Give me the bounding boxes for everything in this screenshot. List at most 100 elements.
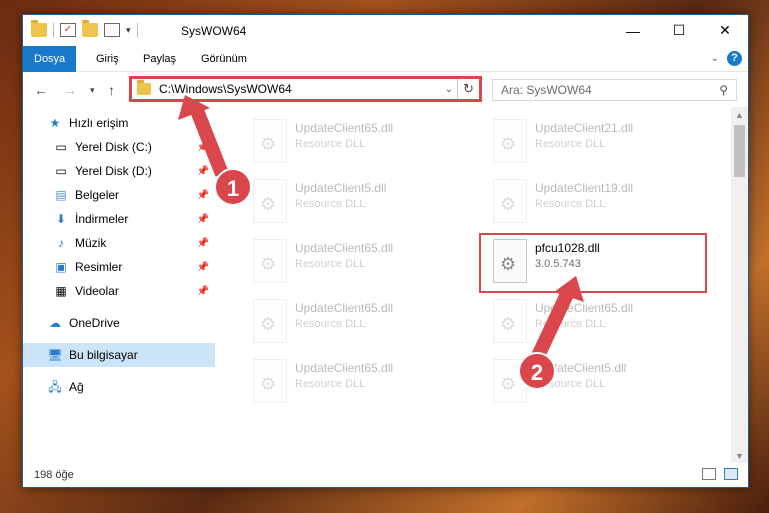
pin-icon: 📌 xyxy=(196,189,209,201)
refresh-icon[interactable]: ↻ xyxy=(457,79,479,99)
sidebar-item-onedrive[interactable]: ☁ OneDrive xyxy=(23,311,215,335)
sidebar-item-label: Resimler xyxy=(75,260,123,274)
vertical-scrollbar[interactable]: ▲ ▼ xyxy=(731,107,748,465)
step-2-badge: 2 xyxy=(518,352,556,390)
sidebar-item-label: İndirmeler xyxy=(75,212,129,226)
navigation-pane: ★ Hızlı erişim ▭ Yerel Disk (C:) 📌 ▭ Yer… xyxy=(23,111,215,461)
file-name: UpdateClient19.dll xyxy=(535,181,634,195)
customize-icon[interactable] xyxy=(104,23,120,37)
dll-file-icon xyxy=(253,179,287,223)
videos-icon: ▦ xyxy=(55,284,67,298)
file-type: Resource DLL xyxy=(535,138,606,150)
search-icon[interactable]: ⚲ xyxy=(719,83,728,97)
details-view-icon[interactable] xyxy=(702,468,716,480)
file-name: UpdateClient65.dll xyxy=(295,361,394,375)
file-item[interactable]: UpdateClient5.dllResource DLL xyxy=(241,175,473,227)
file-item[interactable]: UpdateClient65.dll Resource DLL xyxy=(481,295,713,347)
download-icon: ⬇ xyxy=(55,212,67,226)
drive-icon: ▭ xyxy=(55,140,67,154)
sidebar-item-label: Belgeler xyxy=(75,188,120,202)
sidebar-item-videos[interactable]: ▦ Videolar 📌 xyxy=(23,279,215,303)
sidebar-item-label: Bu bilgisayar xyxy=(69,348,138,362)
file-version: 3.0.5.743 xyxy=(535,258,581,270)
explorer-window: ✓ ▾ SysWOW64 — ☐ ✕ Dosya Giriş Paylaş Gö… xyxy=(22,14,749,488)
tab-dosya[interactable]: Dosya xyxy=(23,46,77,72)
expand-ribbon-icon[interactable]: ⌄ xyxy=(711,53,719,64)
forward-arrow-icon[interactable]: → xyxy=(63,82,77,98)
sidebar-item-music[interactable]: ♪ Müzik 📌 xyxy=(23,231,215,255)
pin-icon: 📌 xyxy=(196,165,209,177)
back-arrow-icon[interactable]: ← xyxy=(34,82,48,98)
documents-icon: ▤ xyxy=(55,188,67,202)
file-type: Resource DLL xyxy=(295,138,366,150)
file-item[interactable]: UpdateClient65.dll Resource DLL xyxy=(241,115,473,167)
sidebar-item-quick-access[interactable]: ★ Hızlı erişim xyxy=(23,111,215,135)
step-1-badge: 1 xyxy=(214,168,252,206)
minimize-button[interactable]: — xyxy=(610,15,656,46)
sidebar-item-this-pc[interactable]: 🖥 Bu bilgisayar xyxy=(23,343,215,367)
drive-icon: ▭ xyxy=(55,164,67,178)
properties-check-icon[interactable]: ✓ xyxy=(60,23,76,37)
quick-access-toolbar: ✓ ▾ xyxy=(31,20,138,37)
toolbar-separator xyxy=(53,23,54,37)
close-button[interactable]: ✕ xyxy=(702,15,748,46)
ribbon-right: ⌄ ? xyxy=(711,51,742,66)
tab-giris[interactable]: Giriş xyxy=(85,46,130,72)
search-input[interactable]: Ara: SysWOW64 xyxy=(501,83,719,97)
file-item[interactable]: UpdateClient65.dll Resource DLL xyxy=(241,355,473,407)
recent-locations-icon[interactable]: ▾ xyxy=(90,85,95,96)
pin-icon: 📌 xyxy=(196,213,209,225)
sidebar-item-label: Müzik xyxy=(75,236,107,250)
sidebar-item-network[interactable]: 🖧 Ağ xyxy=(23,375,215,399)
dll-file-icon xyxy=(253,239,287,283)
file-item[interactable]: UpdateClient65.dll Resource DLL xyxy=(241,235,473,287)
sidebar-item-label: Hızlı erişim xyxy=(69,116,129,130)
file-item[interactable]: UpdateClient5.dllResource DLL xyxy=(481,355,713,407)
file-item-pfcu1028[interactable]: pfcu1028.dll 3.0.5.743 xyxy=(479,233,707,293)
dll-file-icon xyxy=(253,359,287,403)
folder-icon[interactable] xyxy=(31,20,47,37)
music-icon: ♪ xyxy=(58,236,64,250)
cloud-icon: ☁ xyxy=(49,316,61,330)
pin-icon: 📌 xyxy=(196,285,209,297)
file-item[interactable]: UpdateClient21.dll Resource DLL xyxy=(481,115,713,167)
large-icons-view-icon[interactable] xyxy=(724,468,738,480)
chevron-down-icon[interactable]: ⌄ xyxy=(441,84,457,95)
address-path[interactable]: C:\Windows\SysWOW64 xyxy=(159,82,441,96)
sidebar-item-downloads[interactable]: ⬇ İndirmeler 📌 xyxy=(23,207,215,231)
chevron-down-icon[interactable]: ▾ xyxy=(126,25,131,36)
up-arrow-icon[interactable]: ↑ xyxy=(108,82,115,98)
file-item[interactable]: UpdateClient65.dll Resource DLL xyxy=(241,295,473,347)
scroll-up-icon[interactable]: ▲ xyxy=(731,107,748,124)
scroll-thumb[interactable] xyxy=(734,125,745,177)
file-name: UpdateClient5.dll xyxy=(295,181,387,195)
pictures-icon: ▣ xyxy=(55,260,67,274)
file-type: Resource DLL xyxy=(535,318,606,330)
sidebar-item-documents[interactable]: ▤ Belgeler 📌 xyxy=(23,183,215,207)
folder-icon xyxy=(137,80,151,95)
dll-file-icon xyxy=(253,299,287,343)
new-folder-icon[interactable] xyxy=(82,20,98,37)
sidebar-item-disk-d[interactable]: ▭ Yerel Disk (D:) 📌 xyxy=(23,159,215,183)
address-bar[interactable]: C:\Windows\SysWOW64 ⌄ ↻ xyxy=(129,76,482,102)
tab-paylas[interactable]: Paylaş xyxy=(132,46,187,72)
computer-icon: 🖥 xyxy=(47,348,63,362)
file-type: Resource DLL xyxy=(295,258,366,270)
file-name: pfcu1028.dll xyxy=(535,241,600,255)
title-bar: ✓ ▾ SysWOW64 — ☐ ✕ xyxy=(23,15,748,46)
dll-file-icon xyxy=(493,179,527,223)
maximize-button[interactable]: ☐ xyxy=(656,15,702,46)
tab-gorunum[interactable]: Görünüm xyxy=(190,46,258,72)
dll-file-icon xyxy=(253,119,287,163)
network-icon: 🖧 xyxy=(48,380,62,394)
file-type: Resource DLL xyxy=(295,378,366,390)
file-name: UpdateClient21.dll xyxy=(535,121,634,135)
help-icon[interactable]: ? xyxy=(727,51,742,66)
file-item[interactable]: UpdateClient19.dll Resource DLL xyxy=(481,175,713,227)
pin-icon: 📌 xyxy=(196,141,209,153)
search-box[interactable]: Ara: SysWOW64 ⚲ xyxy=(492,79,737,101)
sidebar-item-label: Yerel Disk (D:) xyxy=(75,164,152,178)
sidebar-item-pictures[interactable]: ▣ Resimler 📌 xyxy=(23,255,215,279)
sidebar-item-disk-c[interactable]: ▭ Yerel Disk (C:) 📌 xyxy=(23,135,215,159)
file-list: UpdateClient65.dll Resource DLL UpdateCli… xyxy=(229,111,733,461)
